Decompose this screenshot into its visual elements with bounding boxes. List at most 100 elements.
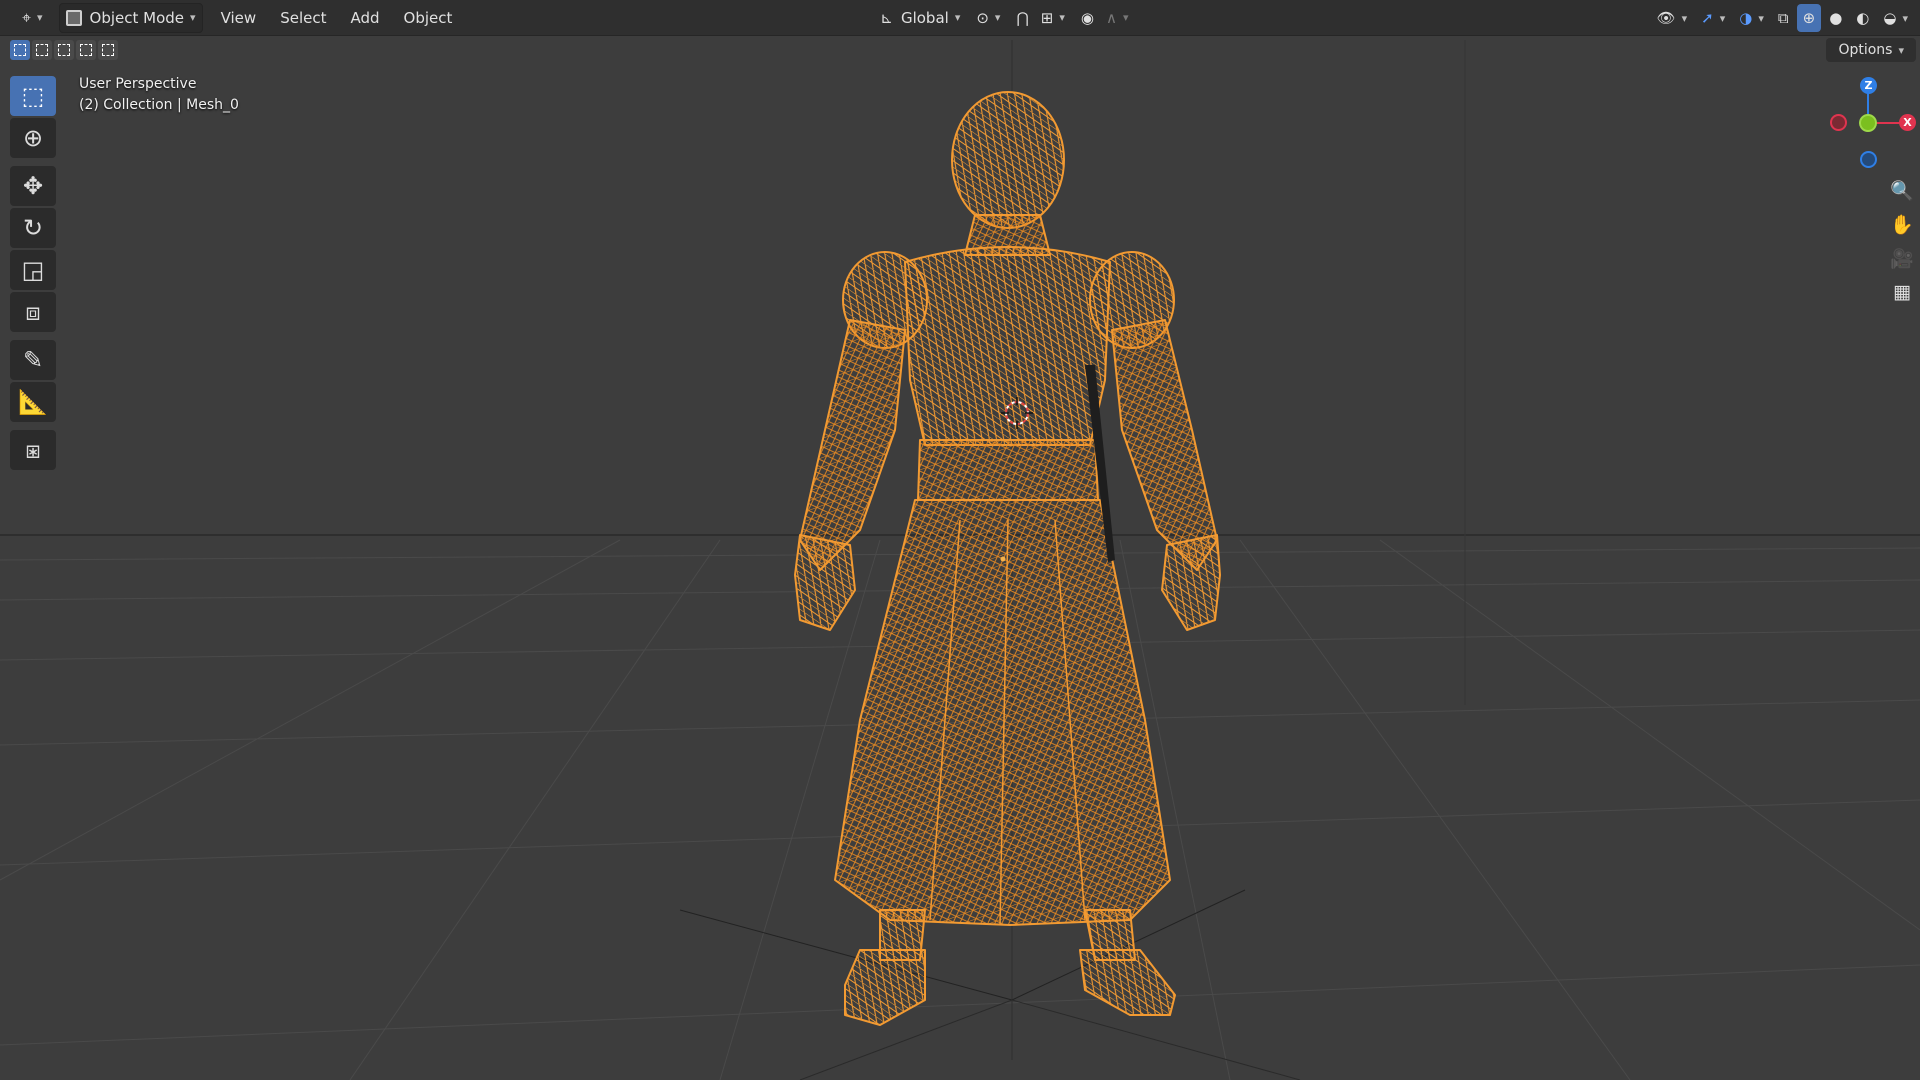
move-icon: ✥ <box>22 172 44 200</box>
select-new-button[interactable] <box>10 40 30 60</box>
chevron-down-icon: ▾ <box>1681 11 1688 25</box>
gizmo-z-axis[interactable]: Z <box>1860 77 1877 94</box>
gizmo-x-axis[interactable]: X <box>1899 114 1916 131</box>
mode-dropdown[interactable]: Object Mode ▾ <box>58 2 203 33</box>
add-cube-icon: ⧆ <box>25 436 41 464</box>
wireframe-shading-icon: ⊕ <box>1802 9 1816 27</box>
navigation-gizmo[interactable]: Z X <box>1810 75 1920 175</box>
falloff-icon: ∧ <box>1105 8 1117 27</box>
object-mode-icon <box>65 9 82 26</box>
transform-orientation-dropdown[interactable]: ⊾ Global ▾ <box>874 4 966 32</box>
solid-shading-icon: ● <box>1829 9 1843 27</box>
tool-shelf: ⬚ ⊕ ✥ ↻ ◲ ⧈ ✎ 📐 ⧆ <box>10 76 58 472</box>
annotate-icon: ✎ <box>22 346 44 374</box>
cursor-icon: ⊕ <box>22 124 44 152</box>
menu-view[interactable]: View <box>209 4 269 32</box>
options-dropdown[interactable]: Options ▾ <box>1826 38 1916 62</box>
editor-type-button[interactable]: ⌖ ▾ <box>16 4 49 32</box>
tool-move[interactable]: ✥ <box>10 166 56 206</box>
select-intersect-icon <box>102 44 114 56</box>
chevron-down-icon: ▾ <box>190 11 196 24</box>
tool-transform[interactable]: ⧈ <box>10 292 56 332</box>
perspective-toggle-button[interactable]: ▦ <box>1887 275 1917 309</box>
chevron-down-icon: ▾ <box>1898 43 1904 57</box>
options-label: Options <box>1838 42 1893 58</box>
overlays-icon: ◑ <box>1739 9 1753 27</box>
visibility-icon: 👁 <box>1656 9 1676 27</box>
snap-increment-icon: ⊞ <box>1040 8 1054 27</box>
tool-annotate[interactable]: ✎ <box>10 340 56 380</box>
viewport-info: User Perspective (2) Collection | Mesh_0 <box>79 74 239 116</box>
chevron-down-icon: ▾ <box>1758 11 1764 25</box>
select-invert-button[interactable] <box>76 40 96 60</box>
material-shading-button[interactable]: ◐ <box>1850 4 1875 32</box>
gizmo-dropdown[interactable]: ➚ ▾ <box>1695 4 1731 32</box>
mode-label: Object Mode <box>89 8 185 27</box>
header-right-group: 👁 ▾ ➚ ▾ ◑ ▾ ⧉ ⊕ ● ◐ ◒ ▾ <box>1651 4 1914 32</box>
camera-view-button[interactable]: 🎥 <box>1887 241 1917 275</box>
scale-icon: ◲ <box>21 256 45 284</box>
snap-target-dropdown[interactable]: ⊞ ▾ <box>1035 4 1071 32</box>
rotate-icon: ↻ <box>22 214 44 242</box>
3d-viewport[interactable] <box>0 0 1920 1080</box>
menu-object[interactable]: Object <box>392 4 465 32</box>
chevron-down-icon: ▾ <box>954 11 961 24</box>
overlays-dropdown[interactable]: ◑ ▾ <box>1733 4 1770 32</box>
viewport-editor-icon: ⌖ <box>22 7 32 27</box>
gizmo-y-axis[interactable] <box>1859 114 1877 132</box>
tool-add-cube[interactable]: ⧆ <box>10 430 56 470</box>
collection-info: (2) Collection | Mesh_0 <box>79 97 239 113</box>
zoom-button[interactable]: 🔍 <box>1887 173 1917 207</box>
viewport-canvas <box>0 40 1920 1080</box>
zoom-icon: 🔍 <box>1890 179 1914 202</box>
gizmo-icon: ➚ <box>1701 9 1714 27</box>
select-subtract-button[interactable] <box>54 40 74 60</box>
proportional-edit-icon: ◉ <box>1080 8 1094 27</box>
select-subtract-icon <box>58 44 70 56</box>
visibility-dropdown[interactable]: 👁 ▾ <box>1651 4 1694 32</box>
chevron-down-icon: ▾ <box>1902 11 1908 25</box>
tool-rotate[interactable]: ↻ <box>10 208 56 248</box>
menu-add[interactable]: Add <box>338 4 391 32</box>
chevron-down-icon: ▾ <box>1719 11 1726 25</box>
gizmo-neg-x-axis[interactable] <box>1830 114 1847 131</box>
menu-select[interactable]: Select <box>268 4 338 32</box>
viewport-header: ⌖ ▾ Object Mode ▾ View Select Add Object… <box>0 0 1920 36</box>
pivot-icon: ⊙ <box>976 8 989 27</box>
orientation-icon: ⊾ <box>880 8 893 27</box>
wireframe-shading-button[interactable]: ⊕ <box>1796 4 1822 32</box>
chevron-down-icon: ▾ <box>37 11 43 24</box>
tool-measure[interactable]: 📐 <box>10 382 56 422</box>
proportional-editing-toggle[interactable]: ◉ <box>1075 4 1100 32</box>
tool-scale[interactable]: ◲ <box>10 250 56 290</box>
xray-toggle[interactable]: ⧉ <box>1772 4 1795 32</box>
solid-shading-button[interactable]: ● <box>1823 4 1848 32</box>
select-new-icon <box>14 44 26 56</box>
select-intersect-button[interactable] <box>98 40 118 60</box>
tool-cursor[interactable]: ⊕ <box>10 118 56 158</box>
pan-button[interactable]: ✋ <box>1887 207 1917 241</box>
grid-icon: ▦ <box>1893 281 1911 303</box>
gizmo-neg-z-axis[interactable] <box>1860 151 1877 168</box>
magnet-icon: ⋂ <box>1016 8 1029 27</box>
view-name: User Perspective <box>79 76 197 92</box>
hand-icon: ✋ <box>1890 213 1914 236</box>
xray-icon: ⧉ <box>1777 9 1789 27</box>
rendered-shading-icon: ◒ <box>1883 9 1897 27</box>
measure-icon: 📐 <box>18 388 48 416</box>
chevron-down-icon: ▾ <box>994 11 1001 24</box>
object-origin <box>1000 556 1006 562</box>
snap-toggle[interactable]: ⋂ <box>1010 4 1034 32</box>
select-invert-icon <box>80 44 92 56</box>
pivot-point-dropdown[interactable]: ⊙ ▾ <box>970 4 1006 32</box>
orientation-label: Global <box>900 8 949 27</box>
select-extend-button[interactable] <box>32 40 52 60</box>
rendered-shading-button[interactable]: ◒ ▾ <box>1877 4 1914 32</box>
camera-icon: 🎥 <box>1890 247 1914 270</box>
tool-select-box[interactable]: ⬚ <box>10 76 56 116</box>
transform-icon: ⧈ <box>25 298 41 326</box>
material-shading-icon: ◐ <box>1856 9 1870 27</box>
falloff-dropdown[interactable]: ∧ ▾ <box>1100 4 1135 32</box>
viewport-nav-tools: 🔍 ✋ 🎥 ▦ <box>1887 173 1917 309</box>
select-box-icon: ⬚ <box>21 82 45 110</box>
